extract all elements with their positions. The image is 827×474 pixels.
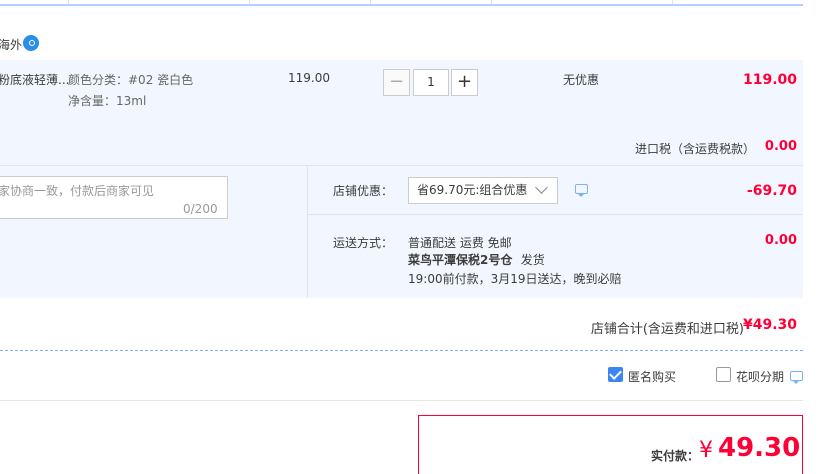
buyer-memo-placeholder: 家协商一致，付款后商家可见 [0,184,155,198]
item-sku-volume: 净含量：13ml [68,94,147,108]
header-divider [68,0,69,4]
payment-label: 实付款： [651,449,700,463]
comment-icon[interactable] [790,371,803,384]
payment-currency: ¥ [699,438,713,463]
shipping-warehouse: 菜鸟平潭保税2号仓 发货 [408,251,545,268]
header-divider [491,0,492,4]
huabei-checkbox[interactable] [716,367,731,382]
table-header-line [0,4,803,6]
item-name[interactable]: 粉底液轻薄... [0,71,69,88]
header-divider [672,0,673,4]
warehouse-ship-text: 发货 [520,253,545,267]
shop-total-label: 店铺合计(含运费和进口税) [590,322,744,337]
shipping-label: 运送方式： [333,236,394,250]
header-divider [249,0,250,4]
header-divider [370,0,371,4]
payment-amount: 49.30 [718,433,801,463]
divider [307,214,803,215]
delivery-promise: 19:00前付款，3月19日送达，晚到必赔 [408,272,622,286]
import-tax-label: 进口税（含运费税款） [634,142,755,156]
shipping-fee-value: 0.00 [764,233,797,248]
wangwang-chat-icon[interactable] [23,35,39,51]
quantity-increase-button[interactable]: + [451,69,478,96]
import-tax-value: 0.00 [764,139,797,154]
quantity-decrease-button[interactable]: − [383,69,410,96]
shop-discount-label: 店铺优惠： [333,184,394,198]
quantity-input[interactable]: 1 [413,69,449,96]
item-sku-color: 颜色分类：#02 瓷白色 [68,73,194,87]
comment-icon[interactable] [575,184,588,197]
shop-discount-value: -69.70 [746,183,797,199]
dashed-divider [0,350,803,351]
item-price: 119.00 [288,71,330,85]
item-subtotal: 119.00 [742,72,797,88]
huabei-label[interactable]: 花呗分期 [736,368,784,385]
shop-discount-select[interactable]: 省69.70元:组合优惠 [408,177,558,204]
item-promotion: 无优惠 [563,73,600,87]
memo-char-count: 0/200 [183,202,218,216]
shipping-method: 普通配送 运费 免邮 [408,236,512,250]
shop-total-value: ¥49.30 [742,317,797,333]
warehouse-name: 菜鸟平潭保税2号仓 [408,253,513,267]
anonymous-checkbox[interactable] [608,367,623,382]
divider [0,400,803,401]
overseas-tag: 海外 [0,38,23,52]
anonymous-label[interactable]: 匿名购买 [628,368,676,385]
